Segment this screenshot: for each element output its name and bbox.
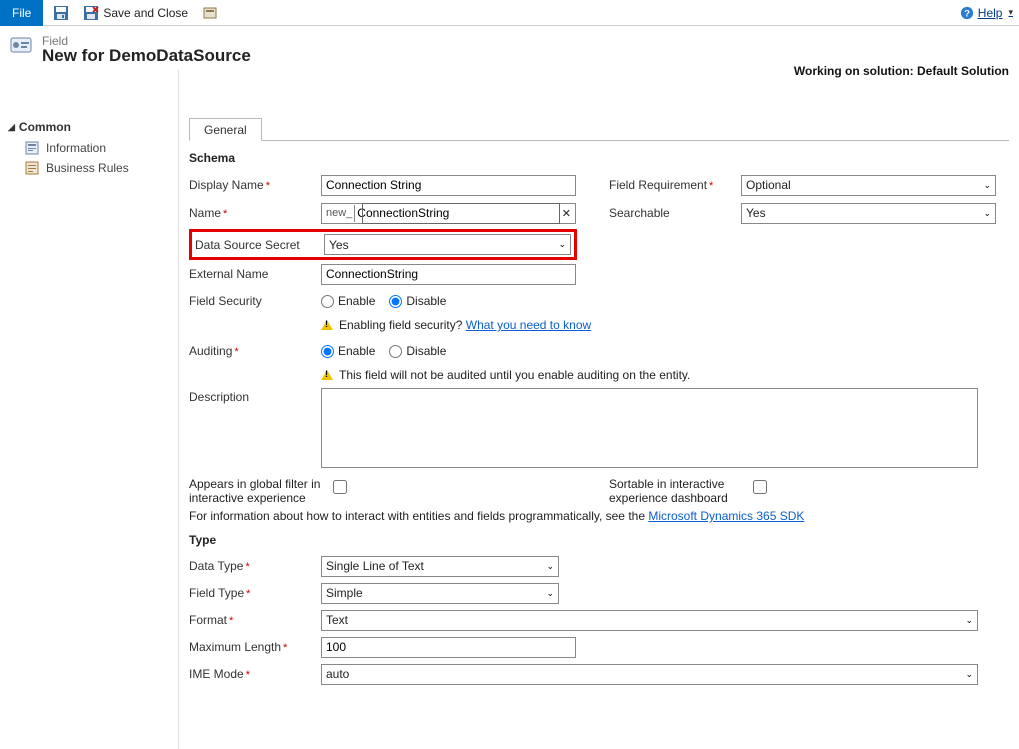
auditing-label: Auditing* xyxy=(189,344,321,358)
file-menu[interactable]: File xyxy=(0,0,43,26)
field-entity-icon xyxy=(10,34,32,56)
sortable-dashboard-checkbox[interactable] xyxy=(753,480,767,494)
nav-section-common[interactable]: ◢ Common xyxy=(8,120,178,134)
field-security-warn-text: Enabling field security? What you need t… xyxy=(339,318,591,332)
data-type-select[interactable]: Single Line of Text ⌄ xyxy=(321,556,559,577)
chevron-down-icon: ⌄ xyxy=(558,239,566,250)
enable-label: Enable xyxy=(338,294,375,308)
max-length-input[interactable] xyxy=(321,637,576,658)
external-name-label: External Name xyxy=(189,267,321,281)
data-source-secret-select[interactable]: Yes ⌄ xyxy=(324,234,571,255)
field-type-value: Simple xyxy=(326,586,363,600)
save-button[interactable] xyxy=(49,3,73,23)
format-value: Text xyxy=(326,613,348,627)
chevron-down-icon: ⌄ xyxy=(965,669,973,680)
searchable-value: Yes xyxy=(746,206,766,220)
data-source-secret-highlight: Data Source Secret Yes ⌄ xyxy=(189,229,577,260)
auditing-disable-radio[interactable]: Disable xyxy=(389,344,446,358)
max-length-label: Maximum Length* xyxy=(189,640,321,654)
auditing-warn-text: This field will not be audited until you… xyxy=(339,368,690,382)
page-title: New for DemoDataSource xyxy=(42,46,251,66)
ime-mode-value: auto xyxy=(326,667,349,681)
name-prefix: new_ xyxy=(322,207,354,219)
chevron-down-icon: ▾ xyxy=(1008,7,1013,18)
chevron-down-icon: ⌄ xyxy=(965,615,973,626)
field-requirement-select[interactable]: Optional ⌄ xyxy=(741,175,996,196)
chevron-down-icon: ◢ xyxy=(8,122,15,133)
display-name-label: Display Name* xyxy=(189,178,321,192)
tab-general[interactable]: General xyxy=(189,118,262,141)
disable-label: Disable xyxy=(406,294,446,308)
business-rules-icon xyxy=(24,160,40,176)
sidebar-item-label: Business Rules xyxy=(46,161,129,175)
format-select[interactable]: Text ⌄ xyxy=(321,610,978,631)
field-security-label: Field Security xyxy=(189,294,321,308)
save-icon xyxy=(53,5,69,21)
chevron-down-icon: ⌄ xyxy=(546,588,554,599)
save-close-icon xyxy=(83,5,99,21)
section-schema-header: Schema xyxy=(189,151,1009,165)
sdk-link[interactable]: Microsoft Dynamics 365 SDK xyxy=(648,509,804,523)
help-icon: ? xyxy=(960,6,974,20)
disable-label: Disable xyxy=(406,344,446,358)
name-input-container: new_ ✕ xyxy=(321,203,576,224)
save-and-close-label: Save and Close xyxy=(103,6,188,20)
field-type-label: Field Type* xyxy=(189,586,321,600)
name-label: Name* xyxy=(189,206,321,220)
data-source-secret-label: Data Source Secret xyxy=(195,238,324,252)
ime-mode-label: IME Mode* xyxy=(189,667,321,681)
svg-text:?: ? xyxy=(964,8,970,19)
description-label: Description xyxy=(189,388,321,404)
field-requirement-value: Optional xyxy=(746,178,791,192)
save-and-close-button[interactable]: Save and Close xyxy=(79,3,192,23)
info-icon xyxy=(24,140,40,156)
data-type-value: Single Line of Text xyxy=(326,559,424,573)
field-security-disable-radio[interactable]: Disable xyxy=(389,294,446,308)
warning-icon xyxy=(321,320,333,330)
sortable-dashboard-label: Sortable in interactive experience dashb… xyxy=(609,477,741,505)
help-link[interactable]: ? Help ▾ xyxy=(960,6,1013,20)
chevron-down-icon: ⌄ xyxy=(983,208,991,219)
external-name-input[interactable] xyxy=(321,264,576,285)
field-security-enable-radio[interactable]: Enable xyxy=(321,294,375,308)
searchable-select[interactable]: Yes ⌄ xyxy=(741,203,996,224)
sdk-info-text: For information about how to interact wi… xyxy=(189,509,1009,523)
global-filter-checkbox[interactable] xyxy=(333,480,347,494)
warning-icon xyxy=(321,370,333,380)
section-type-header: Type xyxy=(189,533,1009,547)
publish-icon xyxy=(202,5,218,21)
name-input[interactable] xyxy=(354,205,557,222)
field-security-warn-link[interactable]: What you need to know xyxy=(466,318,591,332)
data-type-label: Data Type* xyxy=(189,559,321,573)
format-label: Format* xyxy=(189,613,321,627)
global-filter-label: Appears in global filter in interactive … xyxy=(189,477,321,505)
chevron-down-icon: ⌄ xyxy=(983,180,991,191)
chevron-down-icon: ⌄ xyxy=(546,561,554,572)
auditing-enable-radio[interactable]: Enable xyxy=(321,344,375,358)
clear-icon[interactable]: ✕ xyxy=(558,207,575,220)
sidebar-item-label: Information xyxy=(46,141,106,155)
description-input[interactable] xyxy=(321,388,978,468)
display-name-input[interactable] xyxy=(321,175,576,196)
field-type-select[interactable]: Simple ⌄ xyxy=(321,583,559,604)
ime-mode-select[interactable]: auto ⌄ xyxy=(321,664,978,685)
data-source-secret-value: Yes xyxy=(329,238,349,252)
help-label: Help xyxy=(978,6,1003,20)
searchable-label: Searchable xyxy=(609,206,741,220)
sidebar-item-business-rules[interactable]: Business Rules xyxy=(8,158,178,178)
field-requirement-label: Field Requirement* xyxy=(609,178,741,192)
nav-section-label: Common xyxy=(19,120,71,134)
sidebar-item-information[interactable]: Information xyxy=(8,138,178,158)
enable-label: Enable xyxy=(338,344,375,358)
publish-button[interactable] xyxy=(198,3,222,23)
